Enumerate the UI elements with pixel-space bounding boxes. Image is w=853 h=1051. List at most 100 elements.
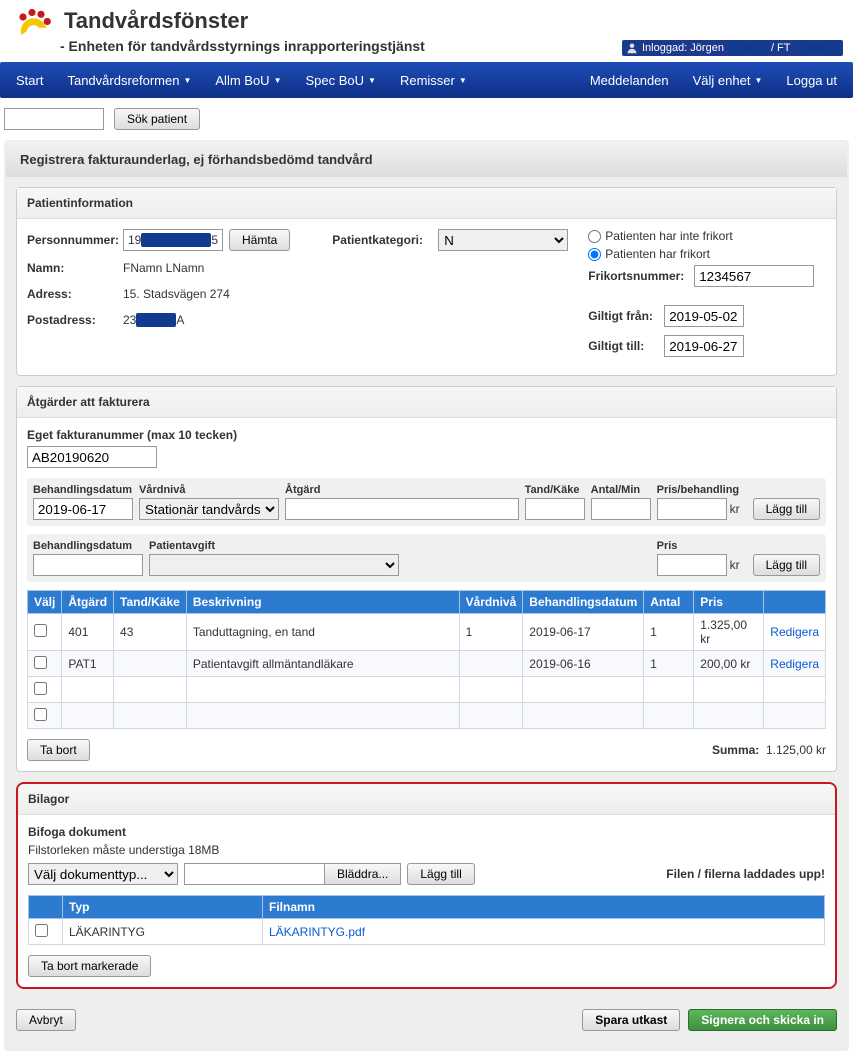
behdat2-input[interactable] xyxy=(33,554,143,576)
bifoga-label: Bifoga dokument xyxy=(28,825,825,839)
col-beskr: Beskrivning xyxy=(186,591,459,614)
row-check[interactable] xyxy=(34,708,47,721)
app-title: Tandvårdsfönster xyxy=(64,8,425,34)
pnr-input[interactable]: 19x5 xyxy=(123,229,223,251)
vardniva-select[interactable]: Stationär tandvårdsin xyxy=(139,498,279,520)
from-input[interactable] xyxy=(664,305,744,327)
vardniva-label: Vårdnivå xyxy=(139,484,279,496)
col-typ: Typ xyxy=(63,896,263,919)
file-check[interactable] xyxy=(35,924,48,937)
edit-link[interactable]: Redigera xyxy=(770,657,819,671)
login-info: Inloggad: Jörgenxx / FTxxx xyxy=(622,40,843,56)
col-valj: Välj xyxy=(28,591,62,614)
post-value: 23xxA xyxy=(123,311,184,329)
attachments-header: Bilagor xyxy=(18,784,835,815)
file-link[interactable]: LÄKARINTYG.pdf xyxy=(269,925,365,939)
row-check[interactable] xyxy=(34,624,47,637)
chevron-down-icon: ▼ xyxy=(274,76,282,85)
table-row: LÄKARINTYGLÄKARINTYG.pdf xyxy=(29,919,825,945)
edit-link[interactable]: Redigera xyxy=(770,625,819,639)
patient-panel-header: Patientinformation xyxy=(17,188,836,219)
nav-logga-ut[interactable]: Logga ut xyxy=(774,62,849,98)
summa-label: Summa: xyxy=(712,743,759,757)
search-patient-button[interactable]: Sök patient xyxy=(114,108,200,130)
till-input[interactable] xyxy=(664,335,744,357)
page-title: Registrera fakturaunderlag, ej förhandsb… xyxy=(6,142,847,177)
col-atgard: Åtgärd xyxy=(62,591,114,614)
table-row xyxy=(28,703,826,729)
app-subtitle: - Enheten för tandvårdsstyrnings inrappo… xyxy=(60,38,425,54)
atgard-label: Åtgärd xyxy=(285,484,519,496)
cat-select[interactable]: N xyxy=(438,229,568,251)
eget-input[interactable] xyxy=(27,446,157,468)
nav-valj-enhet[interactable]: Välj enhet▼ xyxy=(681,62,775,98)
nav-spec-bou[interactable]: Spec BoU▼ xyxy=(294,62,388,98)
cat-label: Patientkategori: xyxy=(332,233,432,247)
pnr-label: Personnummer: xyxy=(27,233,117,247)
pris-label: Pris/behandling xyxy=(657,484,747,496)
hamta-button[interactable]: Hämta xyxy=(229,229,290,251)
table-row: 40143Tanduttagning, en tand12019-06-1711… xyxy=(28,614,826,651)
navbar: Start Tandvårdsreformen▼ Allm BoU▼ Spec … xyxy=(0,62,853,98)
col-antal: Antal xyxy=(644,591,694,614)
file-path-input[interactable] xyxy=(184,863,324,885)
user-icon xyxy=(626,42,638,54)
frikort-label: Frikortsnummer: xyxy=(588,269,688,283)
post-label: Postadress: xyxy=(27,313,117,327)
addr-value: 15. Stadsvägen 274 xyxy=(123,285,230,303)
atgard-input[interactable] xyxy=(285,498,519,520)
delete-files-button[interactable]: Ta bort markerade xyxy=(28,955,151,977)
tand-input[interactable] xyxy=(525,498,585,520)
nav-tandvårdsreformen[interactable]: Tandvårdsreformen▼ xyxy=(55,62,203,98)
antal-input[interactable] xyxy=(591,498,651,520)
addr-label: Adress: xyxy=(27,287,117,301)
table-row xyxy=(28,677,826,703)
col-edit xyxy=(764,591,826,614)
frikort-input[interactable] xyxy=(694,265,814,287)
behdat2-label: Behandlingsdatum xyxy=(33,540,143,552)
table-row: PAT1Patientavgift allmäntandläkare2019-0… xyxy=(28,651,826,677)
logo xyxy=(12,8,52,44)
nav-start[interactable]: Start xyxy=(4,62,55,98)
nav-allm-bou[interactable]: Allm BoU▼ xyxy=(203,62,293,98)
behdat-input[interactable] xyxy=(33,498,133,520)
save-draft-button[interactable]: Spara utkast xyxy=(582,1009,680,1031)
radio-no-frikort[interactable] xyxy=(588,230,601,243)
filesize-hint: Filstorleken måste understiga 18MB xyxy=(28,843,825,857)
radio-has-frikort[interactable] xyxy=(588,248,601,261)
antal-label: Antal/Min xyxy=(591,484,651,496)
chevron-down-icon: ▼ xyxy=(459,76,467,85)
nav-meddelanden[interactable]: Meddelanden xyxy=(578,62,681,98)
patavg-select[interactable] xyxy=(149,554,399,576)
from-label: Giltigt från: xyxy=(588,309,658,323)
col-pris: Pris xyxy=(694,591,764,614)
cancel-button[interactable]: Avbryt xyxy=(16,1009,76,1031)
patient-search-input[interactable] xyxy=(4,108,104,130)
eget-label: Eget fakturanummer (max 10 tecken) xyxy=(27,428,826,442)
col-dat: Behandlingsdatum xyxy=(523,591,644,614)
doctype-select[interactable]: Välj dokumenttyp... xyxy=(28,863,178,885)
sign-submit-button[interactable]: Signera och skicka in xyxy=(688,1009,837,1031)
delete-rows-button[interactable]: Ta bort xyxy=(27,739,90,761)
name-value: FNamn LNamn xyxy=(123,259,204,277)
name-label: Namn: xyxy=(27,261,117,275)
add-file-button[interactable]: Lägg till xyxy=(407,863,474,885)
chevron-down-icon: ▼ xyxy=(183,76,191,85)
behdat-label: Behandlingsdatum xyxy=(33,484,133,496)
add-action-button[interactable]: Lägg till xyxy=(753,498,820,520)
actions-panel-header: Åtgärder att fakturera xyxy=(17,387,836,418)
row-check[interactable] xyxy=(34,682,47,695)
kr2-label: kr xyxy=(730,558,740,572)
nav-remisser[interactable]: Remisser▼ xyxy=(388,62,479,98)
add-fee-button[interactable]: Lägg till xyxy=(753,554,820,576)
pris2-input[interactable] xyxy=(657,554,727,576)
upload-message: Filen / filerna laddades upp! xyxy=(666,867,825,881)
summa-value: 1.125,00 kr xyxy=(766,743,826,757)
chevron-down-icon: ▼ xyxy=(368,76,376,85)
browse-button[interactable]: Bläddra... xyxy=(324,863,401,885)
row-check[interactable] xyxy=(34,656,47,669)
pris-input[interactable] xyxy=(657,498,727,520)
col-niva: Vårdnivå xyxy=(459,591,523,614)
kr-label: kr xyxy=(730,502,740,516)
col-tand: Tand/Käke xyxy=(114,591,187,614)
